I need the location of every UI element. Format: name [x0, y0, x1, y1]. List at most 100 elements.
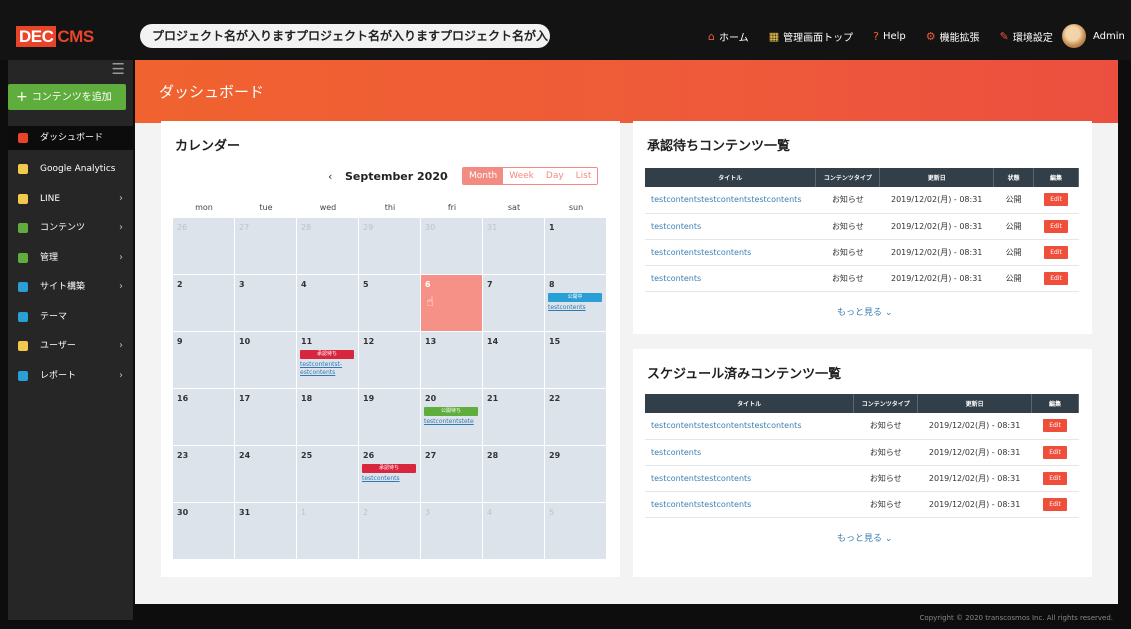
calendar-day-cell[interactable]: 23: [173, 446, 235, 503]
topnav-item-3[interactable]: ⚙ 機能拡張: [926, 29, 980, 44]
calendar-day-cell[interactable]: 1: [545, 218, 607, 275]
user-name[interactable]: Admin: [1093, 31, 1125, 42]
calendar-day-cell[interactable]: 1: [297, 503, 359, 560]
calendar-day-cell[interactable]: 13: [421, 332, 483, 389]
sidebar-item-4[interactable]: 管理 ›: [8, 246, 133, 270]
topnav-item-2[interactable]: ? Help: [873, 30, 906, 43]
calendar-day-cell[interactable]: 17: [235, 389, 297, 446]
approval-more-link[interactable]: もっと見る ⌄: [837, 305, 892, 318]
edit-button[interactable]: Edit: [1044, 245, 1068, 259]
edit-button[interactable]: Edit: [1043, 471, 1067, 485]
content-title-link[interactable]: testcontentstestcontentstestcontents: [645, 187, 816, 214]
calendar-day-cell[interactable]: 3: [235, 275, 297, 332]
calendar-event-badge[interactable]: 公開待ち: [424, 407, 478, 416]
calendar-day-cell[interactable]: 7: [483, 275, 545, 332]
app-logo[interactable]: DEC CMS: [16, 26, 94, 47]
sidebar-item-3[interactable]: コンテンツ ›: [8, 216, 133, 240]
calendar-event-link[interactable]: testcontents: [362, 475, 420, 483]
view-list-button[interactable]: List: [569, 168, 598, 184]
calendar-day-cell[interactable]: 15: [545, 332, 607, 389]
calendar-day-cell[interactable]: 2: [173, 275, 235, 332]
calendar-day-cell[interactable]: 2: [359, 503, 421, 560]
calendar-day-cell[interactable]: 28: [297, 218, 359, 275]
project-name-bar[interactable]: プロジェクト名が入りますプロジェクト名が入りますプロジェクト名が入ります: [140, 24, 550, 48]
sidebar-item-6[interactable]: テーマ: [8, 305, 133, 329]
calendar-day-cell[interactable]: 10: [235, 332, 297, 389]
calendar-day-cell[interactable]: 29: [359, 218, 421, 275]
calendar-event-badge[interactable]: 承認待ち: [362, 464, 416, 473]
calendar-day-cell[interactable]: 4: [483, 503, 545, 560]
topnav-item-0[interactable]: ⌂ ホーム: [708, 29, 749, 44]
topnav-label: Help: [882, 31, 906, 42]
edit-button[interactable]: Edit: [1043, 497, 1067, 511]
user-avatar[interactable]: [1062, 24, 1086, 48]
content-title-link[interactable]: testcontentstestcontents: [645, 239, 816, 266]
view-month-button[interactable]: Month: [463, 168, 504, 184]
calendar-event-link[interactable]: testcontentst-estcontents: [300, 361, 358, 377]
approval-table: タイトル コンテンツタイプ 更新日 状態 編集 testcontentstestconte…: [645, 168, 1079, 292]
calendar-day-cell[interactable]: 4: [297, 275, 359, 332]
topnav-item-4[interactable]: ✎ 環境設定: [1000, 29, 1053, 44]
calendar-day-cell[interactable]: 26: [173, 218, 235, 275]
calendar-event-badge[interactable]: 承認待ち: [300, 350, 354, 359]
content-title-link[interactable]: testcontentstestcontents: [645, 465, 854, 492]
calendar-day-cell[interactable]: 9: [173, 332, 235, 389]
calendar-day-cell[interactable]: 21: [483, 389, 545, 446]
calendar-day-cell[interactable]: 19: [359, 389, 421, 446]
day-number: 8: [549, 280, 555, 289]
calendar-day-cell[interactable]: 12: [359, 332, 421, 389]
topnav-item-1[interactable]: ▦ 管理画面トップ: [769, 29, 853, 44]
edit-button[interactable]: Edit: [1044, 193, 1068, 207]
content-title-link[interactable]: testcontents: [645, 439, 854, 466]
calendar-day-cell[interactable]: 29: [545, 446, 607, 503]
calendar-day-cell[interactable]: 30: [173, 503, 235, 560]
table-cell: Edit: [1033, 265, 1079, 292]
calendar-day-cell[interactable]: 18: [297, 389, 359, 446]
edit-button[interactable]: Edit: [1043, 445, 1067, 459]
calendar-day-cell[interactable]: 27: [235, 218, 297, 275]
calendar-day-cell[interactable]: 14: [483, 332, 545, 389]
content-title-link[interactable]: testcontentstestcontents: [645, 491, 854, 518]
edit-button[interactable]: Edit: [1044, 219, 1068, 233]
logo-dec: DEC: [16, 26, 57, 47]
calendar-day-cell[interactable]: 5: [545, 503, 607, 560]
calendar-day-cell[interactable]: 24: [235, 446, 297, 503]
sidebar-item-1[interactable]: Google Analytics: [8, 157, 133, 181]
sidebar-item-0[interactable]: ダッシュボード: [8, 126, 133, 150]
menu-toggle-icon[interactable]: ☰: [112, 60, 125, 78]
prev-month-icon[interactable]: ‹: [328, 170, 332, 183]
extension-icon: ⚙: [925, 30, 936, 43]
sidebar-item-7[interactable]: ユーザー ›: [8, 334, 133, 358]
content-title-link[interactable]: testcontents: [645, 213, 816, 240]
calendar-day-cell[interactable]: 30: [421, 218, 483, 275]
edit-button[interactable]: Edit: [1043, 419, 1067, 433]
content-title-link[interactable]: testcontentstestcontentstestcontents: [645, 413, 854, 440]
view-day-button[interactable]: Day: [539, 168, 570, 184]
edit-button[interactable]: Edit: [1044, 271, 1068, 285]
content-title-link[interactable]: testcontents: [645, 265, 816, 292]
calendar-event-link[interactable]: testcontents: [548, 304, 606, 312]
calendar-event-badge[interactable]: 公開中: [548, 293, 602, 302]
calendar-day-cell[interactable]: 5: [359, 275, 421, 332]
table-cell: 公開: [993, 239, 1034, 266]
calendar-day-cell[interactable]: 27: [421, 446, 483, 503]
scheduled-more-link[interactable]: もっと見る ⌄: [837, 531, 892, 544]
sidebar-item-2[interactable]: LINE ›: [8, 187, 133, 211]
day-number: 6: [425, 280, 431, 289]
calendar-day-cell[interactable]: 25: [297, 446, 359, 503]
calendar-day-cell[interactable]: 31: [483, 218, 545, 275]
next-month-icon[interactable]: ›: [444, 170, 448, 183]
calendar-day-cell[interactable]: 31: [235, 503, 297, 560]
calendar-day-cell[interactable]: 22: [545, 389, 607, 446]
sidebar-item-5[interactable]: サイト構築 ›: [8, 275, 133, 299]
calendar-event-link[interactable]: testcontentstete: [424, 418, 482, 426]
view-week-button[interactable]: Week: [503, 168, 540, 184]
day-number: 4: [487, 508, 493, 517]
calendar-day-cell[interactable]: 6 ☝: [421, 275, 483, 332]
sidebar-item-8[interactable]: レポート ›: [8, 364, 133, 388]
calendar-day-cell[interactable]: 28: [483, 446, 545, 503]
add-content-button[interactable]: + コンテンツを追加: [8, 84, 126, 110]
chevron-right-icon: ›: [119, 340, 123, 351]
calendar-day-cell[interactable]: 16: [173, 389, 235, 446]
calendar-day-cell[interactable]: 3: [421, 503, 483, 560]
